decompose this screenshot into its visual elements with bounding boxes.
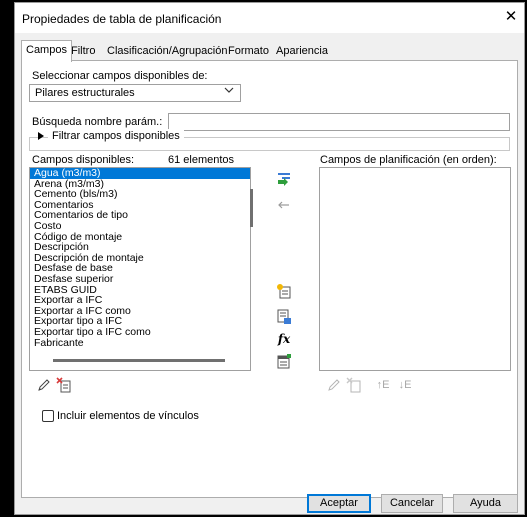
- tab-apariencia[interactable]: Apariencia: [272, 42, 332, 61]
- source-label: Seleccionar campos disponibles de:: [32, 70, 208, 82]
- list-item[interactable]: Fabricante: [30, 337, 250, 349]
- vertical-scrollbar[interactable]: [250, 189, 253, 227]
- expand-arrow-icon[interactable]: [38, 132, 44, 142]
- available-fields-label: Campos disponibles:: [32, 154, 135, 166]
- schedule-properties-dialog: Propiedades de tabla de planificación ✕ …: [14, 2, 525, 515]
- filter-fields-toggle[interactable]: Filtrar campos disponibles: [48, 129, 184, 144]
- list-item[interactable]: Agua (m3/m3): [30, 168, 250, 179]
- tab-formato[interactable]: Formato: [224, 42, 273, 61]
- calculated-value-icon[interactable]: [276, 353, 292, 369]
- tab-panel-campos: Seleccionar campos disponibles de: Pilar…: [21, 60, 518, 498]
- close-icon[interactable]: ✕: [501, 8, 521, 26]
- remove-parameter-icon[interactable]: [276, 197, 292, 213]
- combine-parameters-icon[interactable]: [276, 309, 292, 325]
- cancel-button[interactable]: Cancelar: [381, 494, 443, 513]
- fx-calculated-icon[interactable]: fx: [276, 331, 292, 347]
- horizontal-scrollbar[interactable]: [53, 359, 225, 362]
- source-category-value: Pilares estructurales: [35, 87, 135, 99]
- list-item[interactable]: Desfase superior: [30, 274, 250, 285]
- list-item[interactable]: Costo: [30, 221, 250, 232]
- new-parameter-icon[interactable]: [276, 283, 292, 299]
- available-fields-count: 61 elementos: [168, 154, 235, 166]
- dialog-title: Propiedades de tabla de planificación: [22, 12, 222, 26]
- list-item[interactable]: Comentarios de tipo: [30, 210, 250, 221]
- include-links-label: Incluir elementos de vínculos: [57, 410, 199, 422]
- title-bar: Propiedades de tabla de planificación ✕: [15, 3, 524, 33]
- schedule-fields-label: Campos de planificación (en orden):: [320, 154, 497, 166]
- chevron-down-icon: [224, 86, 234, 97]
- search-label: Búsqueda nombre parám.:: [32, 116, 163, 128]
- delete-icon[interactable]: [56, 377, 72, 393]
- edit-field-icon[interactable]: [326, 377, 342, 393]
- source-category-select[interactable]: Pilares estructurales: [29, 84, 241, 102]
- move-down-icon[interactable]: ↓E: [394, 377, 416, 393]
- ok-button[interactable]: Aceptar: [307, 494, 371, 513]
- list-item[interactable]: Exportar tipo a IFC como: [30, 327, 250, 338]
- available-fields-list[interactable]: Agua (m3/m3) Arena (m3/m3) Cemento (bls/m3…: [29, 167, 251, 371]
- move-up-icon[interactable]: ↑E: [372, 377, 394, 393]
- help-button[interactable]: Ayuda: [453, 494, 518, 513]
- tab-campos[interactable]: Campos: [21, 40, 72, 62]
- filter-fields-group: Filtrar campos disponibles: [29, 129, 510, 151]
- edit-icon[interactable]: [36, 377, 52, 393]
- include-links-checkbox[interactable]: [42, 410, 54, 422]
- tab-clasificacion[interactable]: Clasificación/Agrupación: [103, 42, 231, 61]
- add-parameter-icon[interactable]: [276, 171, 292, 187]
- schedule-fields-list[interactable]: [319, 167, 511, 371]
- delete-field-icon[interactable]: [346, 377, 362, 393]
